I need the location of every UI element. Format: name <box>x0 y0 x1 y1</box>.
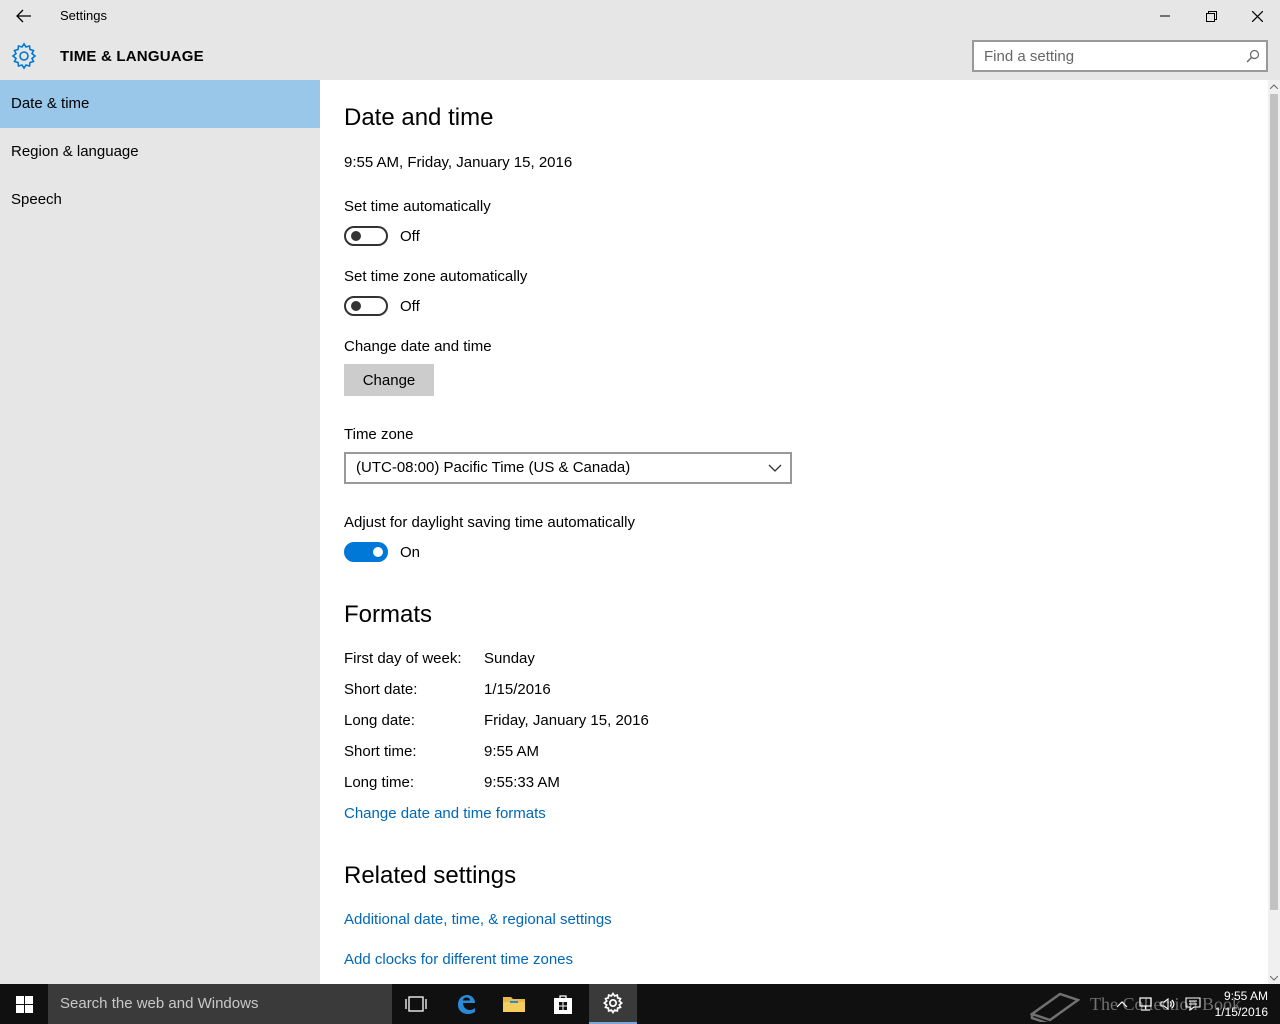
edge-taskbar-button[interactable] <box>442 984 490 1024</box>
current-datetime: 9:55 AM, Friday, January 15, 2016 <box>344 154 573 171</box>
window-title: Settings <box>60 8 107 23</box>
dst-toggle[interactable] <box>344 542 388 562</box>
additional-regional-settings-link[interactable]: Additional date, time, & regional settin… <box>344 911 612 928</box>
set-time-auto-state: Off <box>400 228 420 245</box>
close-button[interactable] <box>1234 0 1280 32</box>
volume-tray-button[interactable] <box>1156 984 1180 1024</box>
timezone-label: Time zone <box>344 426 414 443</box>
dst-label: Adjust for daylight saving time automati… <box>344 514 635 531</box>
sidebar-item-region-language[interactable]: Region & language <box>0 128 320 176</box>
chevron-up-icon <box>1270 83 1278 89</box>
settings-search[interactable] <box>972 40 1268 72</box>
format-label: Short date: <box>344 681 418 698</box>
related-settings-heading: Related settings <box>344 862 517 889</box>
gear-icon <box>11 42 37 70</box>
format-label: Long date: <box>344 712 415 729</box>
sidebar-item-date-time[interactable]: Date & time <box>0 80 320 128</box>
search-input[interactable] <box>974 42 1234 70</box>
windows-logo-icon <box>15 995 33 1013</box>
format-label: Long time: <box>344 774 415 791</box>
change-datetime-label: Change date and time <box>344 338 492 355</box>
timezone-dropdown[interactable]: (UTC-08:00) Pacific Time (US & Canada) <box>344 452 792 484</box>
edge-browser-icon <box>458 995 475 1014</box>
taskbar: Search the web and Windows The Collectio… <box>0 984 1280 1024</box>
taskbar-search-placeholder: Search the web and Windows <box>60 995 259 1012</box>
taskbar-search[interactable]: Search the web and Windows <box>48 984 392 1024</box>
network-icon <box>1139 997 1152 1011</box>
store-bag-icon <box>554 995 572 1014</box>
format-value: 9:55:33 AM <box>484 774 560 791</box>
set-tz-auto-label: Set time zone automatically <box>344 268 528 285</box>
folder-icon <box>503 997 525 1012</box>
set-time-auto-toggle[interactable] <box>344 226 388 246</box>
clock-date: 1/15/2016 <box>1214 1005 1268 1019</box>
sidebar: Date & time Region & language Speech <box>0 80 320 984</box>
add-clocks-link[interactable]: Add clocks for different time zones <box>344 951 573 968</box>
book-logo-icon <box>1030 992 1080 1022</box>
chevron-down-icon <box>1270 975 1278 981</box>
chevron-down-icon <box>768 464 782 472</box>
task-view-button[interactable] <box>392 984 440 1024</box>
change-formats-link[interactable]: Change date and time formats <box>344 805 546 822</box>
dst-state: On <box>400 544 421 561</box>
page-title: Date and time <box>344 104 494 131</box>
minimize-icon <box>1160 15 1170 17</box>
scroll-up-button[interactable] <box>1268 80 1280 92</box>
gear-icon <box>603 992 623 1014</box>
scroll-down-button[interactable] <box>1268 972 1280 984</box>
format-value: Sunday <box>484 650 535 667</box>
format-label: Short time: <box>344 743 417 760</box>
scrollbar[interactable] <box>1268 80 1280 984</box>
clock-time: 9:55 AM <box>1223 989 1268 1003</box>
timezone-value: (UTC-08:00) Pacific Time (US & Canada) <box>356 459 631 476</box>
restore-icon <box>1205 10 1217 22</box>
set-time-auto-label: Set time automatically <box>344 198 491 215</box>
title-bar: Settings <box>0 0 1280 32</box>
network-tray-button[interactable] <box>1133 984 1157 1024</box>
main-content: Date and time 9:55 AM, Friday, January 1… <box>320 80 1268 984</box>
minimize-button[interactable] <box>1142 0 1188 32</box>
settings-taskbar-button[interactable] <box>589 984 637 1024</box>
set-tz-auto-state: Off <box>400 298 420 315</box>
scroll-thumb[interactable] <box>1270 94 1278 910</box>
format-value: 9:55 AM <box>484 743 540 760</box>
search-icon[interactable] <box>1246 49 1260 63</box>
app-header: TIME & LANGUAGE <box>0 32 1280 80</box>
section-title: TIME & LANGUAGE <box>60 48 204 65</box>
format-label: First day of week: <box>344 650 462 667</box>
volume-icon <box>1160 997 1175 1011</box>
tray-overflow-button[interactable] <box>1110 984 1134 1024</box>
action-center-button[interactable] <box>1181 984 1205 1024</box>
back-button[interactable] <box>0 0 48 32</box>
change-button[interactable]: Change <box>344 364 434 396</box>
start-button[interactable] <box>0 984 48 1024</box>
set-tz-auto-toggle[interactable] <box>344 296 388 316</box>
sidebar-item-speech[interactable]: Speech <box>0 176 320 224</box>
format-value: 1/15/2016 <box>484 681 551 698</box>
restore-button[interactable] <box>1188 0 1234 32</box>
back-arrow-icon <box>16 9 31 23</box>
task-view-icon <box>405 996 427 1012</box>
notification-icon <box>1185 997 1201 1011</box>
close-icon <box>1251 10 1263 22</box>
format-value: Friday, January 15, 2016 <box>484 712 649 729</box>
taskbar-clock[interactable]: 9:55 AM 1/15/2016 <box>1212 988 1268 1020</box>
store-taskbar-button[interactable] <box>539 984 587 1024</box>
file-explorer-taskbar-button[interactable] <box>490 984 538 1024</box>
chevron-up-icon <box>1116 1001 1128 1008</box>
formats-heading: Formats <box>344 601 433 628</box>
